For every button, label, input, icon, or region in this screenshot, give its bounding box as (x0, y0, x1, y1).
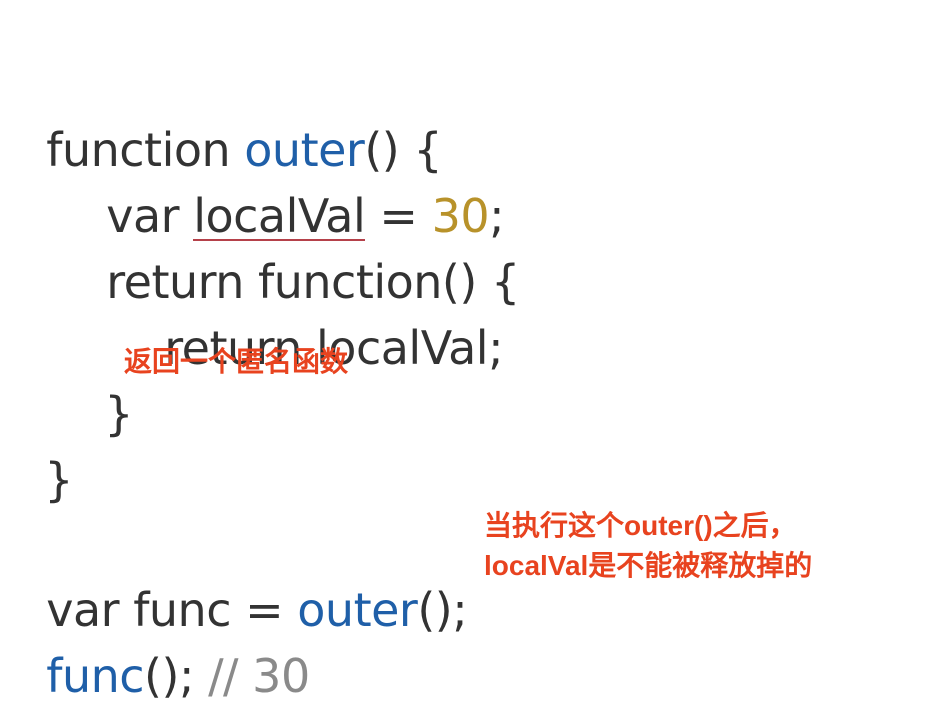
closing-brace-inner: } (104, 387, 134, 441)
code-line-8: func(); // 30 (18, 592, 310, 704)
code-line-6: } (16, 396, 73, 508)
code-comment: // 30 (208, 649, 310, 703)
call-outer: outer (297, 583, 418, 637)
call-func: func (46, 649, 145, 703)
annotation-outer-call-line2: localVal是不能被释放掉的 (484, 550, 813, 581)
call-parens: (); (417, 583, 468, 637)
annotation-outer-call-line1: 当执行这个outer()之后， (484, 510, 797, 541)
closing-brace-outer: } (44, 453, 74, 507)
call-parens: (); (144, 649, 209, 703)
annotation-anonymous-function: 返回一个匿名函数 (124, 346, 349, 377)
